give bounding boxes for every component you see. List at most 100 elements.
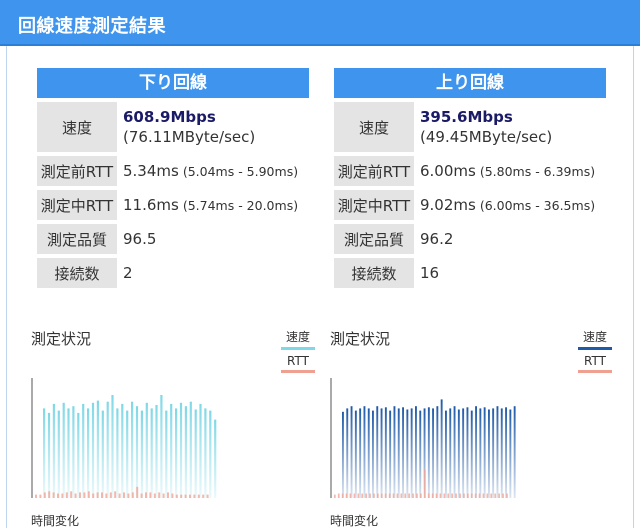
rtt-mark bbox=[180, 494, 183, 498]
rtt-mark bbox=[498, 493, 500, 498]
speed-bar bbox=[342, 411, 344, 498]
speed-bar bbox=[462, 408, 465, 498]
download-chart-title: 測定状況 bbox=[31, 330, 92, 348]
speed-bar bbox=[500, 408, 503, 498]
upload-rtt-during: 9.02ms bbox=[420, 196, 476, 214]
download-speed-mbyte: (76.11MByte/sec) bbox=[123, 128, 256, 146]
rtt-mark bbox=[416, 493, 418, 498]
speed-bar bbox=[363, 406, 366, 498]
rtt-mark bbox=[123, 492, 125, 498]
download-connections: 2 bbox=[123, 264, 133, 282]
rtt-mark bbox=[92, 493, 95, 498]
rtt-mark bbox=[131, 492, 134, 498]
rtt-mark bbox=[369, 493, 371, 498]
rtt-mark bbox=[171, 493, 174, 498]
rtt-mark bbox=[412, 493, 414, 498]
speed-bar bbox=[165, 410, 168, 498]
rtt-mark bbox=[365, 493, 367, 498]
speed-bar bbox=[101, 410, 104, 498]
upload-rtt-before-value: 6.00ms (5.80ms - 6.39ms) bbox=[414, 156, 595, 186]
speed-label: 速度 bbox=[37, 102, 117, 152]
rtt-mark bbox=[435, 493, 438, 498]
rtt-mark bbox=[79, 492, 81, 498]
upload-rtt-during-row: 測定中RTT 9.02ms (6.00ms - 36.5ms) bbox=[334, 190, 606, 220]
speed-bar bbox=[436, 406, 439, 498]
speed-bar bbox=[402, 407, 404, 498]
upload-rtt-during-value: 9.02ms (6.00ms - 36.5ms) bbox=[414, 190, 595, 220]
download-quality: 96.5 bbox=[123, 230, 157, 248]
download-rtt-before-range: (5.04ms - 5.90ms) bbox=[182, 163, 299, 179]
speed-bar bbox=[170, 403, 173, 498]
speed-bar bbox=[155, 405, 158, 498]
speed-bar bbox=[359, 408, 362, 498]
speed-bar bbox=[406, 409, 409, 498]
legend-speed-swatch bbox=[281, 347, 315, 350]
download-panel: 下り回線 速度 608.9Mbps (76.11MByte/sec) 測定前RT… bbox=[37, 68, 309, 288]
rtt-mark bbox=[167, 492, 169, 498]
upload-rtt-during-range: (6.00ms - 36.5ms) bbox=[479, 197, 596, 213]
rtt-mark bbox=[380, 493, 383, 498]
rtt-mark bbox=[39, 494, 42, 498]
speed-bar bbox=[111, 395, 114, 498]
rtt-mark bbox=[478, 493, 481, 498]
speed-bar bbox=[445, 410, 447, 498]
rtt-mark bbox=[334, 494, 336, 498]
rtt-mark bbox=[189, 494, 191, 498]
speed-bar bbox=[116, 408, 119, 498]
speed-bar bbox=[376, 406, 379, 498]
rtt-mark bbox=[153, 493, 156, 498]
rtt-mark bbox=[197, 494, 200, 498]
speed-bar bbox=[432, 408, 434, 498]
rtt-mark bbox=[136, 486, 139, 498]
rtt-mark bbox=[467, 493, 469, 498]
speed-bar bbox=[189, 401, 192, 498]
rtt-mark bbox=[424, 470, 426, 498]
rtt-mark bbox=[388, 493, 391, 498]
connections-label: 接続数 bbox=[334, 258, 414, 288]
speed-bar bbox=[449, 408, 452, 498]
download-panel-title: 下り回線 bbox=[37, 68, 309, 98]
speed-bar bbox=[415, 406, 417, 498]
rtt-mark bbox=[506, 493, 508, 498]
speed-bar bbox=[393, 406, 396, 498]
download-rtt-before-value: 5.34ms (5.04ms - 5.90ms) bbox=[117, 156, 298, 186]
legend-speed-label: 速度 bbox=[285, 330, 310, 344]
upload-chart: 測定状況 速度 RTT 時間変化 bbox=[330, 322, 630, 528]
rtt-mark bbox=[118, 493, 121, 498]
speed-bar bbox=[47, 412, 51, 498]
upload-legend-speed: 速度 bbox=[578, 328, 612, 350]
upload-rtt-before: 6.00ms bbox=[420, 162, 476, 180]
download-chart-plot bbox=[31, 378, 217, 498]
rtt-during-label: 測定中RTT bbox=[334, 190, 414, 220]
speed-bar bbox=[483, 407, 486, 498]
legend-rtt-swatch bbox=[578, 370, 612, 373]
speed-bar bbox=[126, 410, 129, 498]
download-connections-row: 接続数 2 bbox=[37, 258, 309, 288]
legend-rtt-label: RTT bbox=[287, 354, 309, 368]
speed-bar bbox=[43, 408, 46, 498]
rtt-mark bbox=[96, 492, 99, 498]
upload-connections: 16 bbox=[420, 264, 440, 282]
download-speed-row: 速度 608.9Mbps (76.11MByte/sec) bbox=[37, 102, 309, 152]
rtt-mark bbox=[439, 493, 442, 498]
speed-bar bbox=[96, 400, 99, 498]
rtt-mark bbox=[184, 494, 187, 498]
rtt-mark bbox=[202, 494, 205, 498]
speed-bar bbox=[106, 401, 109, 498]
rtt-mark bbox=[357, 493, 360, 498]
rtt-before-label: 測定前RTT bbox=[37, 156, 117, 186]
rtt-mark bbox=[377, 493, 379, 498]
rtt-mark bbox=[105, 493, 108, 498]
upload-speed-value: 395.6Mbps (49.45MByte/sec) bbox=[414, 102, 552, 152]
rtt-before-label: 測定前RTT bbox=[334, 156, 414, 186]
download-rtt-during-range: (5.74ms - 20.0ms) bbox=[182, 197, 299, 213]
speed-bar bbox=[91, 402, 95, 498]
rtt-mark bbox=[57, 493, 59, 498]
speed-bar bbox=[475, 406, 477, 498]
rtt-mark bbox=[400, 493, 403, 498]
rtt-mark bbox=[140, 493, 143, 498]
rtt-mark bbox=[162, 493, 165, 498]
page-title: 回線速度測定結果 bbox=[18, 16, 166, 37]
rtt-mark bbox=[482, 493, 485, 498]
speed-bar bbox=[199, 403, 202, 498]
